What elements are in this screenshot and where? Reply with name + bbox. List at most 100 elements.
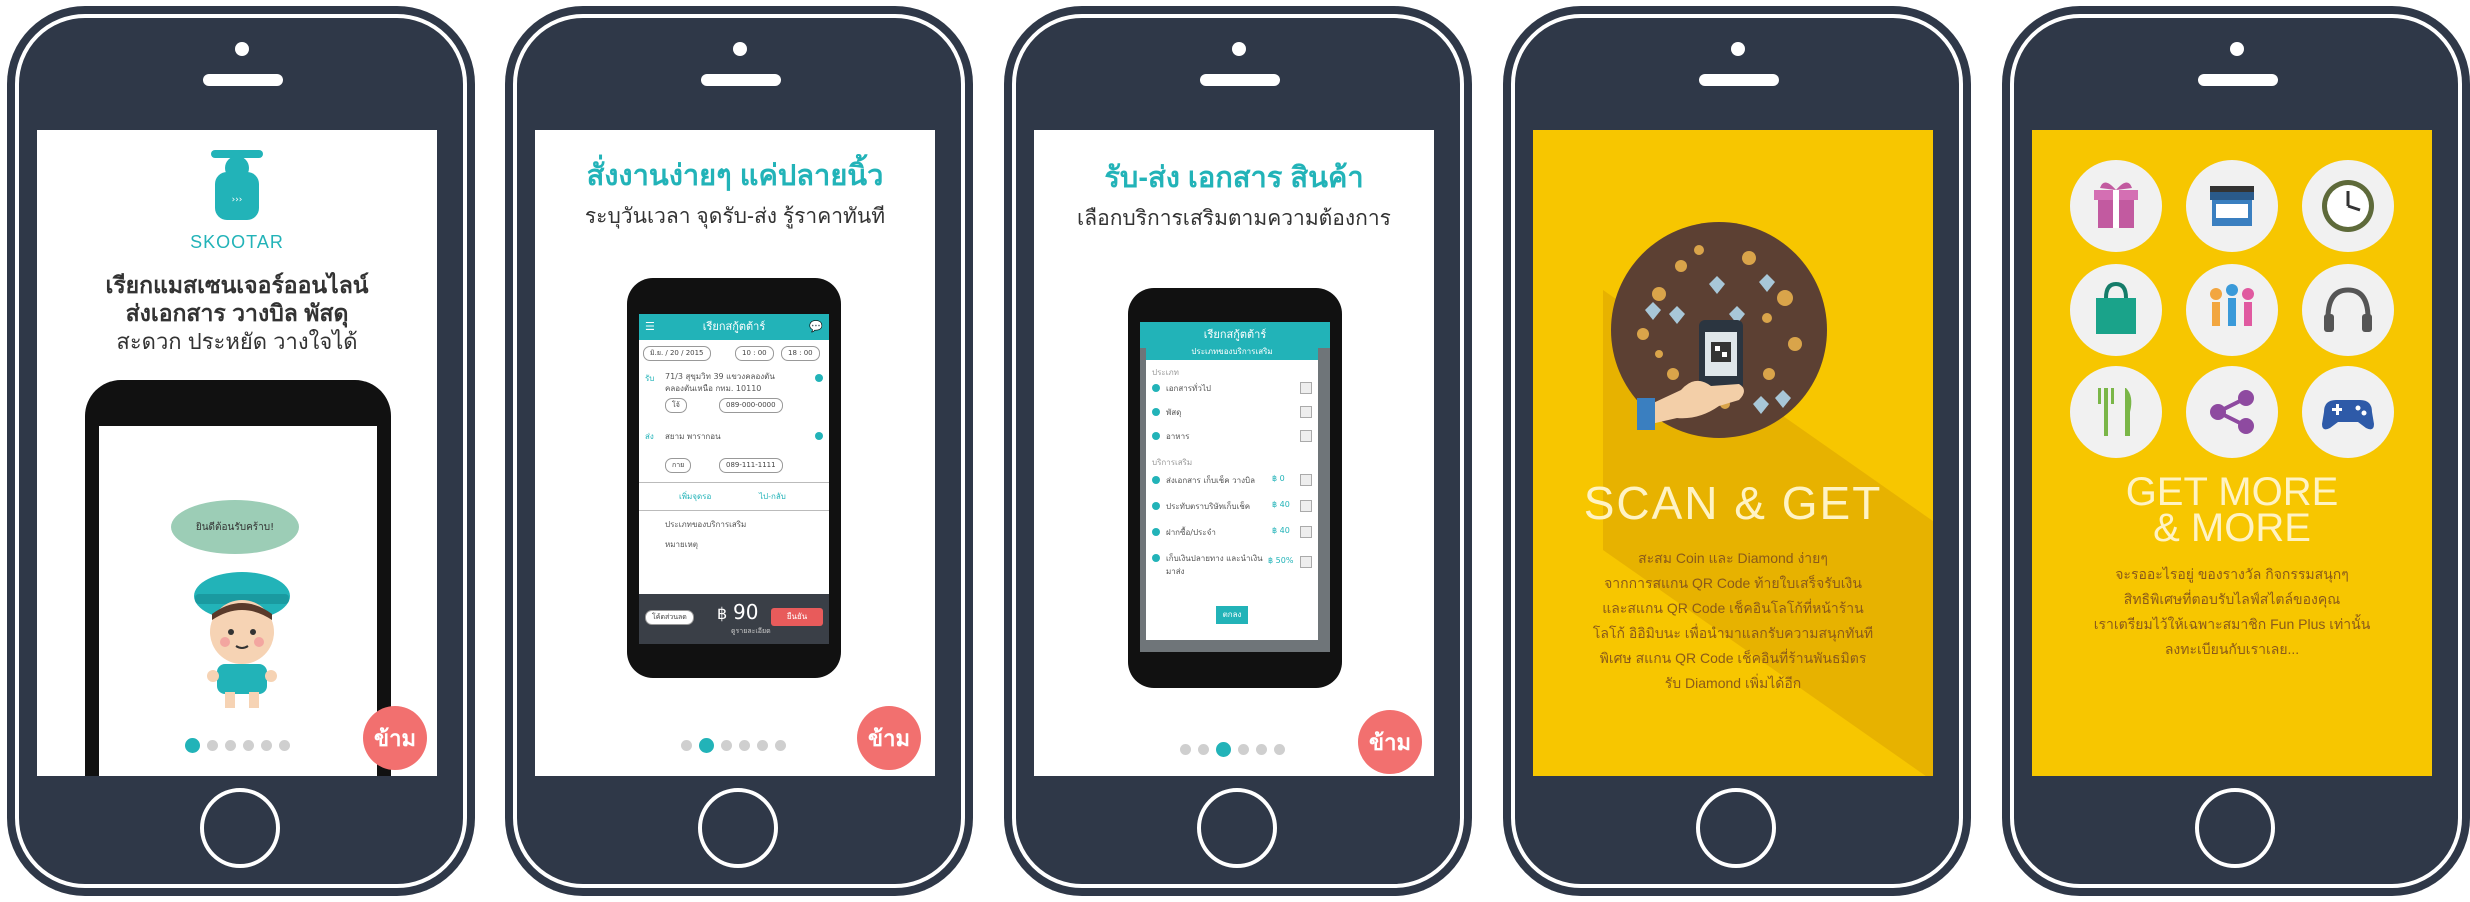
discount-code-button[interactable]: โค้ดส่วนลด bbox=[645, 610, 694, 625]
heading-line-3: สะดวก ประหยัด วางใจได้ bbox=[116, 329, 358, 354]
camera bbox=[1232, 42, 1246, 56]
camera bbox=[733, 42, 747, 56]
page-dot[interactable] bbox=[1198, 744, 1209, 755]
extra-item-4[interactable]: เก็บเงินปลายทาง และนำเงินมาส่ง bbox=[1166, 552, 1266, 578]
page-dot[interactable] bbox=[279, 740, 290, 751]
shopping-bag-icon[interactable] bbox=[2070, 264, 2162, 356]
food-icon bbox=[1152, 432, 1160, 440]
gift-icon[interactable] bbox=[2070, 160, 2162, 252]
home-button[interactable] bbox=[200, 788, 280, 868]
desc-line: จะรออะไรอยู่ ของรางวัล กิจกรรมสนุกๆ bbox=[2115, 566, 2349, 582]
note-field[interactable]: หมายเหตุ bbox=[665, 538, 698, 551]
page-dot[interactable] bbox=[775, 740, 786, 751]
extra-price-1: ฿ 0 bbox=[1272, 474, 1285, 483]
page-dot[interactable] bbox=[739, 740, 750, 751]
skootar-logo-icon: ››› bbox=[211, 150, 263, 220]
add-point-button[interactable]: เพิ่มจุดรอ bbox=[679, 490, 711, 503]
home-button[interactable] bbox=[1197, 788, 1277, 868]
home-button[interactable] bbox=[698, 788, 778, 868]
parcel-icon bbox=[1152, 408, 1160, 416]
type-item-3[interactable]: อาหาร bbox=[1166, 430, 1189, 443]
round-trip-button[interactable]: ไป-กลับ bbox=[759, 490, 786, 503]
desc-line: รับ Diamond เพิ่มได้อีก bbox=[1664, 675, 1802, 691]
desc-line: และสแกน QR Code เช็คอินโลโก้ที่หน้าร้าน bbox=[1602, 600, 1864, 616]
page-dot[interactable] bbox=[1238, 744, 1249, 755]
confirm-button[interactable]: ยืนยัน bbox=[771, 608, 823, 626]
price-value: 90 bbox=[733, 600, 759, 624]
page-dot[interactable] bbox=[681, 740, 692, 751]
page-dot[interactable] bbox=[225, 740, 236, 751]
brand-name: SKOOTAR bbox=[190, 232, 284, 252]
page-dot[interactable] bbox=[1216, 742, 1231, 757]
screen-2: สั่งงานง่ายๆ แค่ปลายนิ้ว ระบุวันเวลา จุด… bbox=[535, 130, 935, 776]
skip-button[interactable]: ข้าม bbox=[363, 706, 427, 770]
people-icon[interactable] bbox=[2186, 264, 2278, 356]
page-indicator[interactable] bbox=[681, 738, 786, 753]
skip-button[interactable]: ข้าม bbox=[1358, 710, 1422, 774]
page-dot[interactable] bbox=[243, 740, 254, 751]
extra-item-3[interactable]: ฝากซื้อ/ประจำ bbox=[1166, 526, 1216, 539]
title-line-2: & MORE bbox=[2153, 506, 2311, 550]
page-dot[interactable] bbox=[1256, 744, 1267, 755]
scan-title: SCAN & GET bbox=[1583, 477, 1883, 529]
extra-services-field[interactable]: ประเภทของบริการเสริม bbox=[665, 518, 746, 531]
extra-item-1[interactable]: ส่งเอกสาร เก็บเช็ค วางบิล bbox=[1166, 474, 1255, 487]
drop-name-field[interactable]: กาย bbox=[665, 458, 692, 473]
page-dot[interactable] bbox=[185, 738, 200, 753]
pickup-phone-field[interactable]: 089-000-0000 bbox=[719, 398, 783, 413]
shop-icon[interactable] bbox=[2186, 160, 2278, 252]
subheading: ระบุวันเวลา จุดรับ-ส่ง รู้ราคาทันที bbox=[584, 205, 886, 228]
speaker bbox=[203, 74, 283, 86]
chat-icon[interactable]: 💬 bbox=[809, 314, 823, 340]
pickup-address-2[interactable]: คลองตันเหนือ กทม. 10110 bbox=[665, 382, 761, 395]
extra-checkbox[interactable] bbox=[1300, 556, 1312, 568]
home-button[interactable] bbox=[2195, 788, 2275, 868]
app-bar: ☰ เรียกสกู้ตต้าร์ 💬 bbox=[639, 314, 829, 340]
mascot-illustration bbox=[194, 572, 290, 708]
page-dot[interactable] bbox=[261, 740, 272, 751]
gamepad-icon[interactable] bbox=[2302, 366, 2394, 458]
section-type-label: ประเภท bbox=[1152, 368, 1179, 377]
page-indicator[interactable] bbox=[1180, 742, 1285, 757]
drop-label: ส่ง bbox=[645, 432, 654, 441]
type-item-2[interactable]: พัสดุ bbox=[1166, 406, 1181, 419]
extra-checkbox[interactable] bbox=[1300, 500, 1312, 512]
menu-icon[interactable]: ☰ bbox=[645, 314, 655, 340]
pickup-name-field[interactable]: โจ้ bbox=[665, 398, 687, 413]
page-dot[interactable] bbox=[1274, 744, 1285, 755]
desc-line: สิทธิพิเศษที่ตอบรับไลฟ์สไตล์ของคุณ bbox=[2123, 591, 2341, 607]
price-note: ดูรายละเอียด bbox=[731, 627, 771, 635]
start-time-field[interactable]: 10 : 00 bbox=[735, 346, 774, 361]
page-dot[interactable] bbox=[207, 740, 218, 751]
extra-item-2[interactable]: ประทับตราบริษัทเก็บเช็ค bbox=[1166, 500, 1250, 513]
drop-phone-field[interactable]: 089-111-1111 bbox=[719, 458, 783, 473]
service-icon bbox=[1152, 528, 1160, 536]
clock-icon[interactable] bbox=[2302, 160, 2394, 252]
extra-checkbox[interactable] bbox=[1300, 526, 1312, 538]
type-checkbox[interactable] bbox=[1300, 382, 1312, 394]
camera bbox=[2230, 42, 2244, 56]
ok-button[interactable]: ตกลง bbox=[1216, 606, 1248, 624]
service-icon bbox=[1152, 554, 1160, 562]
speaker bbox=[1699, 74, 1779, 86]
speaker bbox=[1200, 74, 1280, 86]
page-dot[interactable] bbox=[699, 738, 714, 753]
page-indicator[interactable] bbox=[185, 738, 290, 753]
end-time-field[interactable]: 18 : 00 bbox=[781, 346, 820, 361]
drop-address[interactable]: สยาม พารากอน bbox=[665, 430, 721, 443]
page-dot[interactable] bbox=[1180, 744, 1191, 755]
date-field[interactable]: มิ.ย. / 20 / 2015 bbox=[643, 346, 711, 361]
fork-knife-icon[interactable] bbox=[2070, 366, 2162, 458]
extra-checkbox[interactable] bbox=[1300, 474, 1312, 486]
section-extra-label: บริการเสริม bbox=[1152, 458, 1193, 467]
type-item-1[interactable]: เอกสารทั่วไป bbox=[1166, 382, 1211, 395]
home-button[interactable] bbox=[1696, 788, 1776, 868]
type-checkbox[interactable] bbox=[1300, 406, 1312, 418]
type-checkbox[interactable] bbox=[1300, 430, 1312, 442]
skip-button[interactable]: ข้าม bbox=[857, 706, 921, 770]
page-dot[interactable] bbox=[721, 740, 732, 751]
service-icon bbox=[1152, 476, 1160, 484]
share-icon[interactable] bbox=[2186, 366, 2278, 458]
page-dot[interactable] bbox=[757, 740, 768, 751]
headphones-icon[interactable] bbox=[2302, 264, 2394, 356]
